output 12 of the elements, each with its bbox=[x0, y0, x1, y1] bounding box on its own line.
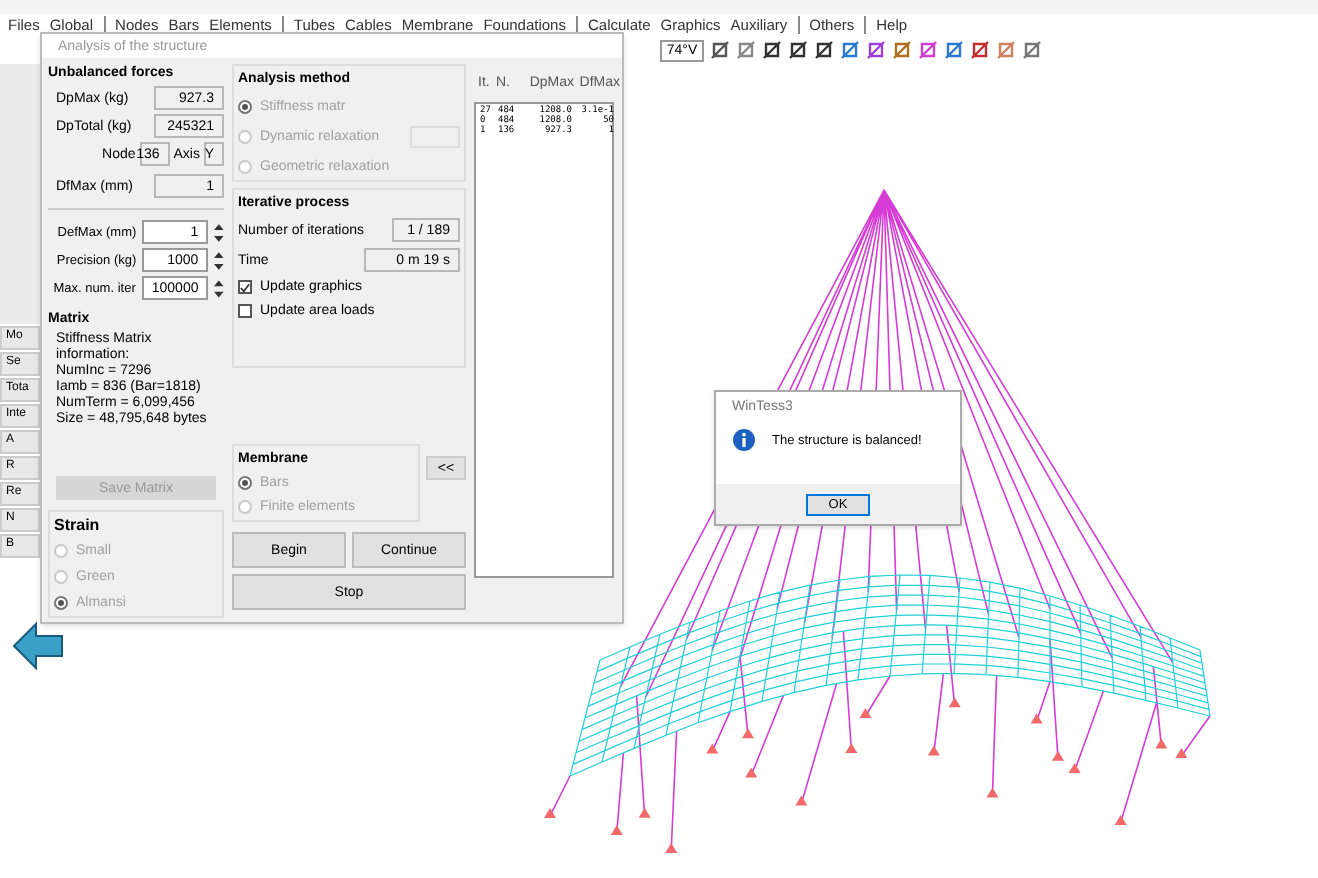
toolbar-tool-icon[interactable] bbox=[814, 40, 834, 60]
toolbar-tool-icon[interactable] bbox=[710, 40, 730, 60]
section-title: Strain bbox=[54, 516, 102, 534]
left-arrow-icon[interactable] bbox=[12, 620, 64, 672]
checkmark-icon bbox=[240, 281, 250, 293]
spinner-icon[interactable] bbox=[214, 277, 224, 299]
toolbar-tool-icon[interactable] bbox=[762, 40, 782, 60]
toolbar-tool-icon[interactable] bbox=[788, 40, 808, 60]
toolbar-tool-icon[interactable] bbox=[970, 40, 990, 60]
info-icon bbox=[732, 428, 756, 452]
spinner-icon[interactable] bbox=[214, 249, 224, 271]
spinner-icon[interactable] bbox=[214, 221, 224, 243]
